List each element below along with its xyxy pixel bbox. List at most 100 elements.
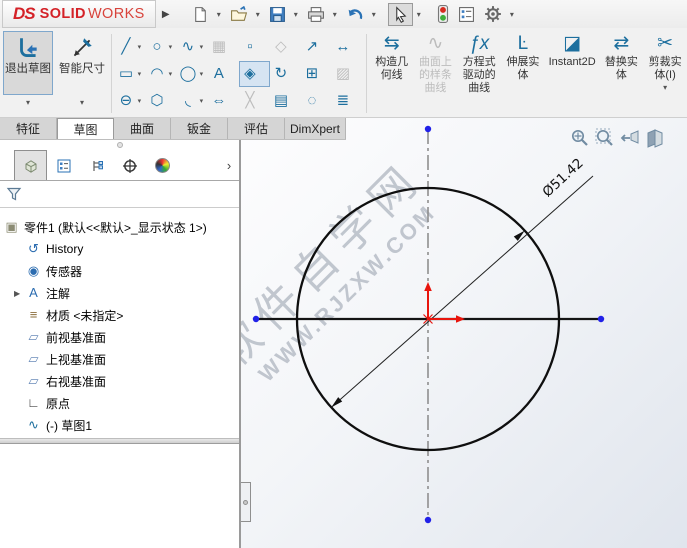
display-manager-tab[interactable] <box>146 150 179 180</box>
print-button[interactable] <box>303 3 329 26</box>
smart-dimension-dropdown-icon[interactable]: ▾ <box>57 95 107 110</box>
panel-splitter-handle[interactable] <box>241 482 251 522</box>
sketch-tool-button[interactable]: ◯ ▾ <box>177 61 208 87</box>
line-endpoint-right[interactable] <box>597 315 605 323</box>
smart-dimension-button[interactable]: 智能尺寸 <box>57 31 107 95</box>
dimxpert-manager-tab[interactable] <box>113 150 146 180</box>
exit-sketch-dropdown-icon[interactable]: ▾ <box>3 95 53 110</box>
tree-split-bar[interactable] <box>0 438 239 444</box>
tree-item[interactable]: ▶ ↺ History <box>0 238 239 260</box>
panel-collapse-handle[interactable] <box>0 140 239 150</box>
solidworks-logo[interactable]: DS SOLID WORKS <box>2 0 156 28</box>
command-tab[interactable]: 评估 <box>228 118 285 139</box>
sketch-tool-button[interactable]: ↔ ▾ <box>332 34 363 60</box>
trim-entities-button[interactable]: ✂ 剪裁实体(I) ▾ <box>644 30 686 117</box>
sketch-tool-button[interactable]: ▤ ▾ <box>270 88 301 114</box>
centerline-endpoint-top[interactable] <box>424 125 432 133</box>
sketch-tool-button[interactable]: A ▾ <box>208 61 239 87</box>
tool-dropdown-icon[interactable]: ▾ <box>135 97 144 105</box>
spline-on-surface-button[interactable]: ∿ 曲面上的样条曲线 <box>415 30 457 117</box>
sketch-tool-button[interactable]: ▦ ▾ <box>208 34 239 60</box>
tree-item[interactable]: ▶ A 注解 <box>0 282 239 304</box>
construction-geometry-button[interactable]: ⇆ 构造几何线 <box>371 30 413 117</box>
command-tab[interactable]: DimXpert <box>285 118 346 139</box>
instant2d-button[interactable]: ◪ Instant2D <box>546 30 599 117</box>
sketch-tool-button[interactable]: ∿ ▾ <box>177 34 208 60</box>
dimension-value[interactable]: Ø51.42 <box>540 155 587 200</box>
select-button[interactable] <box>387 2 413 26</box>
menu-flyout-icon[interactable]: ▶ <box>158 3 174 25</box>
line-endpoint-left[interactable] <box>252 315 260 323</box>
equation-driven-curve-button[interactable]: ƒx 方程式驱动的曲线 <box>458 30 500 117</box>
sketch-tool-button[interactable]: ⬡ ▾ <box>146 88 177 114</box>
sketch-tool-button[interactable]: ╱ ▾ <box>115 34 146 60</box>
tree-filter-bar[interactable] <box>0 181 239 208</box>
sketch-tool-button[interactable]: ⊖ ▾ <box>115 88 146 114</box>
tree-item[interactable]: ▶ ▱ 上视基准面 <box>0 348 239 370</box>
tree-item[interactable]: ▶ ▱ 前视基准面 <box>0 326 239 348</box>
command-tab[interactable]: 钣金 <box>171 118 228 139</box>
sketch-canvas[interactable]: Ø51.42 <box>241 118 687 548</box>
centerline-endpoint-bottom[interactable] <box>424 516 432 524</box>
feature-manager-tab[interactable] <box>14 150 47 180</box>
sketch-tool-button[interactable]: ↗ ▾ <box>301 34 332 60</box>
new-dropdown-icon[interactable]: ▾ <box>217 10 221 19</box>
select-dropdown-icon[interactable]: ▾ <box>417 10 421 19</box>
tree-item[interactable]: ▶ ▱ 右视基准面 <box>0 370 239 392</box>
sketch-tool-button[interactable]: ⊞ ▾ <box>301 61 332 87</box>
tool-dropdown-icon[interactable]: ▾ <box>135 70 144 78</box>
tree-item[interactable]: ▶ ◉ 传感器 <box>0 260 239 282</box>
tool-dropdown-icon[interactable]: ▾ <box>197 97 206 105</box>
stretch-entities-button[interactable]: Ŀ 伸展实体 <box>502 30 544 117</box>
sketch-tool-button[interactable]: ▫ ▾ <box>239 34 270 60</box>
command-tab[interactable]: 曲面 <box>114 118 171 139</box>
sketch-tool-button[interactable]: ◟ ▾ <box>177 88 208 114</box>
options-dropdown-icon[interactable]: ▾ <box>510 10 514 19</box>
trim-dropdown-icon[interactable]: ▾ <box>663 83 667 92</box>
save-dropdown-icon[interactable]: ▾ <box>294 10 298 19</box>
zoom-to-area-icon[interactable] <box>595 128 615 148</box>
command-tab[interactable]: 草图 <box>57 118 114 139</box>
tree-item[interactable]: ▶ ≡ 材质 <未指定> <box>0 304 239 326</box>
sketch-tool-button[interactable]: ≣ ▾ <box>332 88 363 114</box>
tool-dropdown-icon[interactable]: ▾ <box>135 43 144 51</box>
sketch-tool-button[interactable]: ↻ ▾ <box>270 61 301 87</box>
zoom-to-fit-icon[interactable] <box>570 128 590 148</box>
tree-root-item[interactable]: ▣ 零件1 (默认<<默认>_显示状态 1>) <box>0 216 239 238</box>
options-button[interactable] <box>480 2 506 26</box>
new-document-button[interactable] <box>188 3 213 26</box>
sketch-tool-button[interactable]: ╳ ▾ <box>239 88 270 114</box>
property-manager-tab[interactable] <box>47 150 80 180</box>
rebuild-button[interactable] <box>433 2 453 26</box>
section-view-icon[interactable] <box>645 128 665 148</box>
sketch-tool-button[interactable]: ◠ ▾ <box>146 61 177 87</box>
sketch-tool-button[interactable]: ◇ ▾ <box>270 34 301 60</box>
print-dropdown-icon[interactable]: ▾ <box>333 10 337 19</box>
tree-item[interactable]: ▶ ∿ (-) 草图1 <box>0 414 239 436</box>
tool-dropdown-icon[interactable]: ▾ <box>166 43 175 51</box>
previous-view-icon[interactable] <box>620 128 640 148</box>
exit-sketch-button[interactable]: 退出草图 <box>3 31 53 95</box>
replace-entity-button[interactable]: ⇄ 替换实体 <box>600 30 642 117</box>
tool-dropdown-icon[interactable]: ▾ <box>197 43 206 51</box>
sketch-tool-button[interactable]: ◈ ▾ <box>238 61 270 87</box>
tool-dropdown-icon[interactable]: ▾ <box>166 70 175 78</box>
sketch-tool-button[interactable]: ▨ ▾ <box>332 61 363 87</box>
sketch-tool-button[interactable]: ○ ▾ <box>146 34 177 60</box>
dimension-leader-line[interactable] <box>330 175 594 408</box>
expand-arrow-icon[interactable]: ▶ <box>14 289 25 298</box>
undo-button[interactable] <box>342 3 368 26</box>
open-dropdown-icon[interactable]: ▾ <box>256 10 260 19</box>
tree-item[interactable]: ▶ ∟ 原点 <box>0 392 239 414</box>
save-button[interactable] <box>265 3 290 26</box>
panel-tabs-more-icon[interactable]: › <box>219 150 239 180</box>
sketch-tool-button[interactable]: ⇔ ▾ <box>208 88 239 114</box>
graphics-viewport[interactable]: 软件自学网 WWW.RJZXW.COM Ø51.42 <box>240 118 687 548</box>
sketch-tool-button[interactable]: ▭ ▾ <box>115 61 146 87</box>
configuration-manager-tab[interactable] <box>80 150 113 180</box>
open-button[interactable] <box>226 3 252 26</box>
file-properties-button[interactable] <box>454 3 479 26</box>
undo-dropdown-icon[interactable]: ▾ <box>372 10 376 19</box>
sketch-tool-button[interactable]: ◌ ▾ <box>301 88 332 114</box>
command-tab[interactable]: 特征 <box>0 118 57 139</box>
